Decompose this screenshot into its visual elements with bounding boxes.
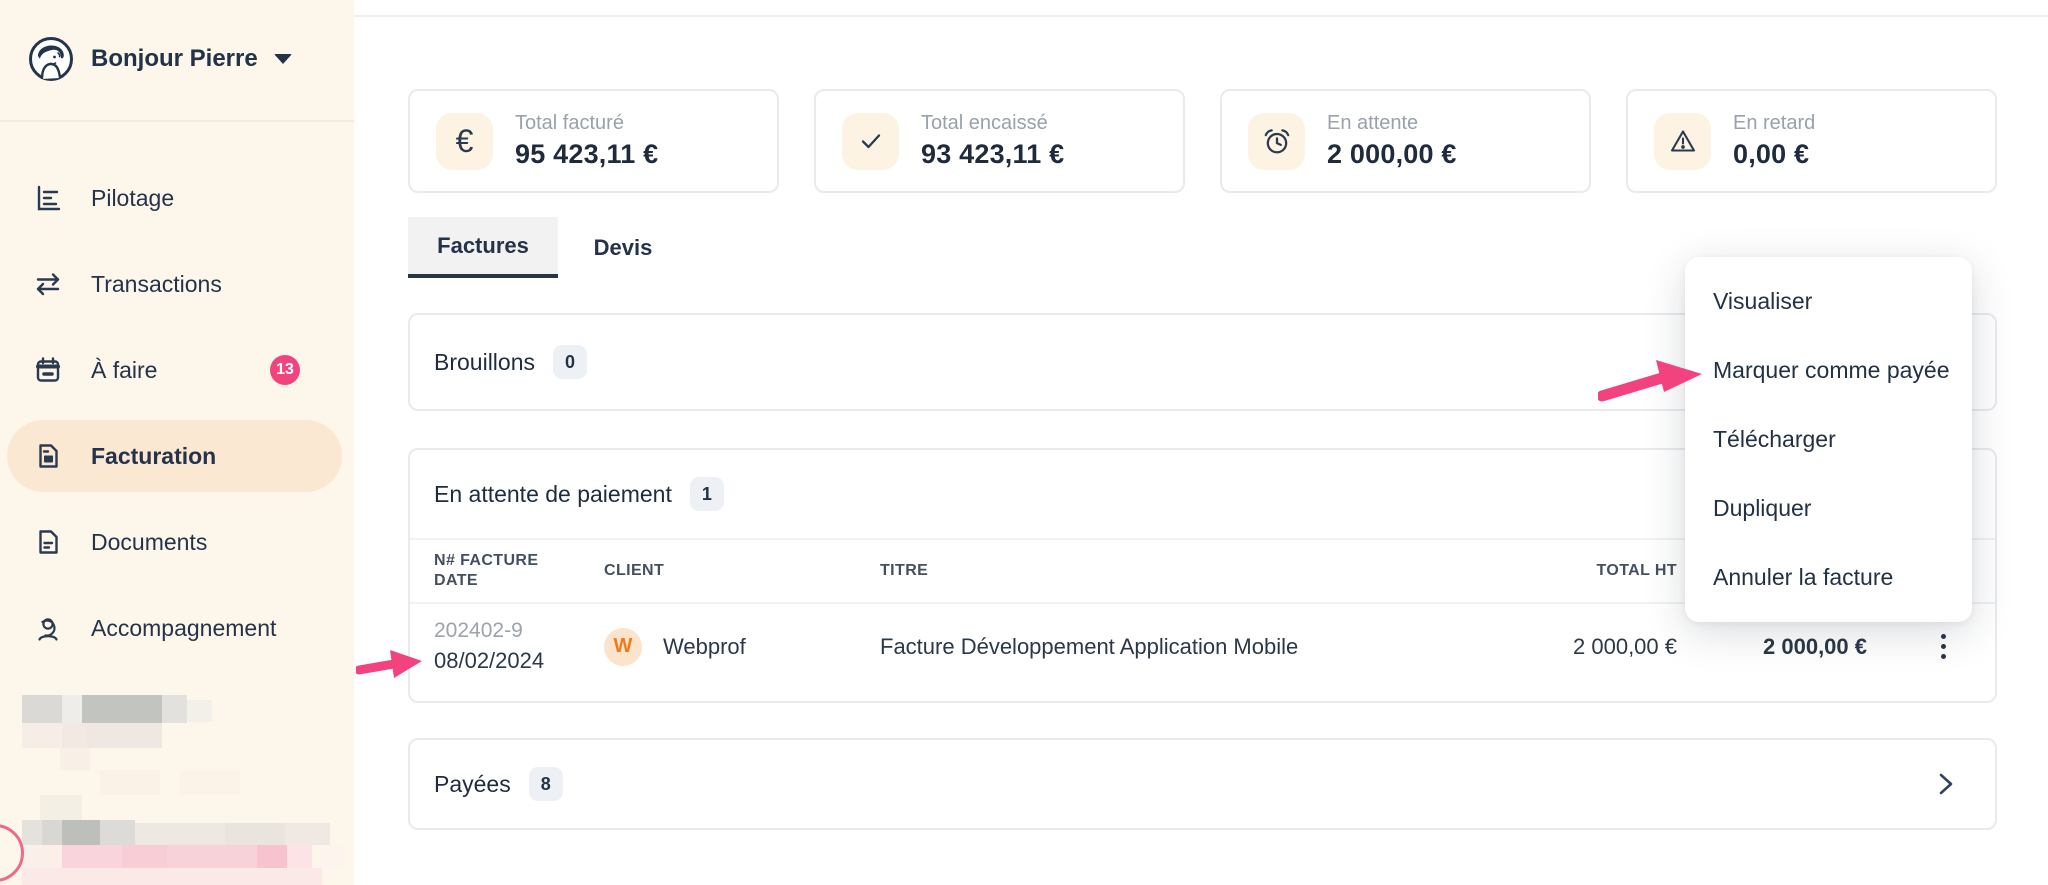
main-content: € Total facturé 95 423,11 € Total encais… <box>354 0 2048 885</box>
sidebar-item-label: À faire <box>91 357 157 384</box>
calendar-icon <box>33 355 63 385</box>
invoice-icon <box>33 441 63 471</box>
chevron-right-icon[interactable] <box>1935 769 1957 799</box>
annotation-arrow-mark-paid <box>1598 352 1708 404</box>
client-cell: W Webprof <box>604 628 880 666</box>
invoice-number-date: 202402-9 08/02/2024 <box>434 619 604 674</box>
user-menu[interactable]: Bonjour Pierre <box>0 0 354 82</box>
sidebar-item-label: Facturation <box>91 443 216 470</box>
sidebar-item-a-faire[interactable]: À faire 13 <box>7 334 342 406</box>
sidebar-item-documents[interactable]: Documents <box>7 506 342 578</box>
redaction-ring <box>0 824 24 882</box>
card-label: Total facturé <box>515 112 658 135</box>
menu-item-dupliquer[interactable]: Dupliquer <box>1685 474 1972 543</box>
sidebar-item-transactions[interactable]: Transactions <box>7 248 342 320</box>
chevron-down-icon <box>274 54 292 64</box>
card-value: 2 000,00 € <box>1327 139 1457 170</box>
support-person-icon <box>33 613 63 643</box>
app-root: Bonjour Pierre Pilotage Transactions <box>0 0 2048 885</box>
invoice-total-ht: 2 000,00 € <box>1467 634 1677 660</box>
card-label: En attente <box>1327 112 1457 135</box>
sidebar: Bonjour Pierre Pilotage Transactions <box>0 0 354 885</box>
menu-item-telecharger[interactable]: Télécharger <box>1685 405 1972 474</box>
warning-triangle-icon <box>1654 113 1711 170</box>
sidebar-item-accompagnement[interactable]: Accompagnement <box>7 592 342 664</box>
card-total-facture: € Total facturé 95 423,11 € <box>408 89 779 193</box>
col-header-facture-date: N# FACTURE DATE <box>434 551 604 591</box>
section-title: Payées <box>434 771 511 798</box>
menu-item-visualiser[interactable]: Visualiser <box>1685 267 1972 336</box>
invoice-title: Facture Développement Application Mobile <box>880 634 1467 660</box>
invoice-total-ttc: 2 000,00 € <box>1677 634 1867 660</box>
user-avatar <box>28 36 74 82</box>
col-header-client: CLIENT <box>604 561 880 581</box>
top-divider <box>354 15 2048 17</box>
card-label: Total encaissé <box>921 112 1064 135</box>
transfer-arrows-icon <box>33 269 63 299</box>
section-payees[interactable]: Payées 8 <box>408 738 1997 830</box>
greeting-text: Bonjour Pierre <box>91 45 258 73</box>
invoice-number: 202402-9 <box>434 619 604 643</box>
sidebar-divider <box>0 120 354 122</box>
euro-icon: € <box>436 113 493 170</box>
alarm-clock-icon <box>1248 113 1305 170</box>
col-header-total-ht: TOTAL HT <box>1467 561 1677 581</box>
card-value: 0,00 € <box>1733 139 1815 170</box>
document-icon <box>33 527 63 557</box>
section-count-badge: 1 <box>690 477 724 511</box>
sidebar-item-facturation[interactable]: Facturation <box>7 420 342 492</box>
col-header-titre: TITRE <box>880 561 1467 581</box>
tab-devis[interactable]: Devis <box>558 217 688 278</box>
check-icon <box>842 113 899 170</box>
section-count-badge: 0 <box>553 345 587 379</box>
invoice-date: 08/02/2024 <box>434 648 604 674</box>
summary-cards: € Total facturé 95 423,11 € Total encais… <box>408 89 1997 193</box>
card-en-retard: En retard 0,00 € <box>1626 89 1997 193</box>
client-avatar: W <box>604 628 642 666</box>
invoice-quote-tabs: Factures Devis <box>408 217 688 278</box>
section-count-badge: 8 <box>529 767 563 801</box>
card-en-attente: En attente 2 000,00 € <box>1220 89 1591 193</box>
todo-count-badge: 13 <box>270 355 300 385</box>
client-name: Webprof <box>663 634 746 660</box>
card-value: 93 423,11 € <box>921 139 1064 170</box>
card-value: 95 423,11 € <box>515 139 658 170</box>
sidebar-item-pilotage[interactable]: Pilotage <box>7 162 342 234</box>
sidebar-item-label: Accompagnement <box>91 615 276 642</box>
sidebar-nav: Pilotage Transactions À faire 13 <box>0 162 354 664</box>
menu-item-annuler-la-facture[interactable]: Annuler la facture <box>1685 543 1972 612</box>
card-total-encaisse: Total encaissé 93 423,11 € <box>814 89 1185 193</box>
card-label: En retard <box>1733 112 1815 135</box>
row-actions-kebab-button[interactable] <box>1923 625 1963 669</box>
annotation-arrow-invoice-date <box>356 644 426 686</box>
sidebar-item-label: Pilotage <box>91 185 174 212</box>
row-actions-context-menu: Visualiser Marquer comme payée Télécharg… <box>1685 257 1972 622</box>
sidebar-item-label: Documents <box>91 529 207 556</box>
section-title: Brouillons <box>434 349 535 376</box>
section-title: En attente de paiement <box>434 481 672 508</box>
menu-item-marquer-comme-payee[interactable]: Marquer comme payée <box>1685 336 1972 405</box>
chart-icon <box>33 183 63 213</box>
tab-factures[interactable]: Factures <box>408 217 558 278</box>
sidebar-item-label: Transactions <box>91 271 222 298</box>
